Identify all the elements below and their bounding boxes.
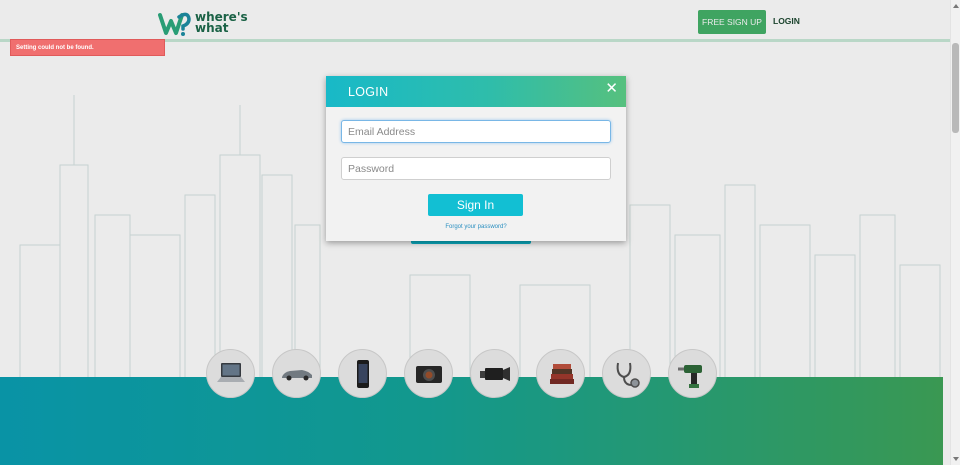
- scroll-up-icon[interactable]: [953, 4, 959, 8]
- password-field[interactable]: [341, 157, 611, 180]
- error-alert: Setting could not be found.: [10, 39, 165, 56]
- scroll-down-icon[interactable]: [953, 457, 959, 461]
- close-icon[interactable]: ✕: [605, 81, 618, 96]
- modal-header: LOGIN ✕: [326, 76, 626, 107]
- login-modal: LOGIN ✕ Sign In Forgot your password?: [326, 76, 626, 241]
- sign-in-button[interactable]: Sign In: [428, 194, 523, 216]
- scrollbar-thumb[interactable]: [952, 43, 959, 133]
- forgot-password-link[interactable]: Forgot your password?: [326, 224, 626, 230]
- scrollbar[interactable]: [950, 0, 960, 465]
- modal-title: LOGIN: [348, 85, 389, 99]
- email-field[interactable]: [341, 120, 611, 143]
